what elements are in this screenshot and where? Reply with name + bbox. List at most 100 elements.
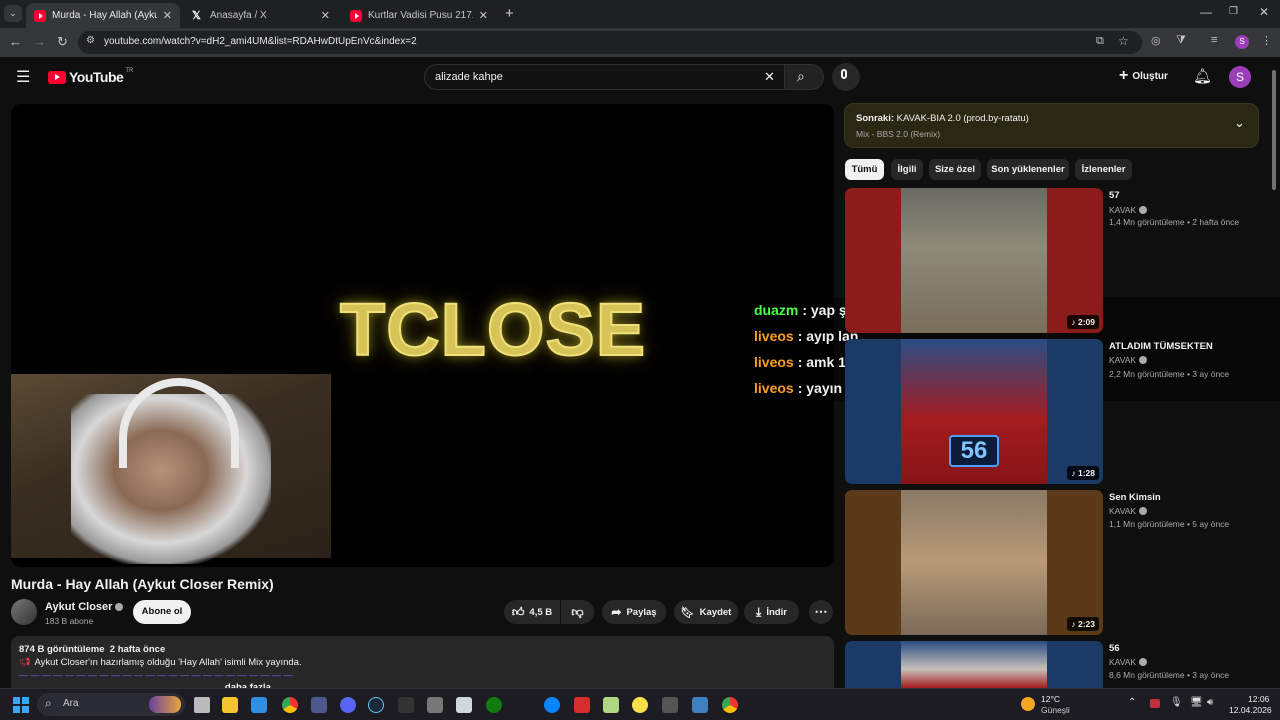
weather-sun-icon[interactable] xyxy=(1021,697,1035,711)
volume-icon[interactable]: 🔊︎ xyxy=(1207,697,1213,708)
browser-menu-icon[interactable]: ⋮ xyxy=(1261,34,1272,47)
search-input[interactable]: alizade kahpe ✕ xyxy=(424,64,784,90)
app-icon[interactable] xyxy=(311,697,327,713)
subscribe-button[interactable]: Abone ol xyxy=(133,600,191,624)
thumbs-up-icon: 👍︎ xyxy=(511,604,525,619)
close-window-button[interactable]: ✕ xyxy=(1259,5,1269,19)
notifications-bell-icon[interactable]: 🔔︎ xyxy=(1193,67,1212,85)
channel-text: KAVAK xyxy=(1109,205,1137,215)
app-icon[interactable] xyxy=(632,697,648,713)
install-app-icon[interactable]: ⧉ xyxy=(1096,35,1104,48)
microphone-tray-icon[interactable]: 🎙︎ xyxy=(1170,697,1183,708)
chevron-down-icon[interactable]: ⌄ xyxy=(1234,115,1245,131)
related-channel[interactable]: KAVAK xyxy=(1109,355,1148,365)
youtube-header: ☰ YouTube TR alizade kahpe ✕ ⌕ + Oluştur… xyxy=(0,57,1280,97)
chip-for-you[interactable]: Size özel xyxy=(929,159,981,180)
chip-related[interactable]: İlgili xyxy=(891,159,923,180)
app-icon[interactable] xyxy=(544,697,560,713)
headphones xyxy=(119,378,239,468)
save-button[interactable]: 🔖︎ Kaydet xyxy=(674,600,738,624)
chip-recently-uploaded[interactable]: Son yüklenenler xyxy=(987,159,1069,180)
related-video-title[interactable]: 56 xyxy=(1109,643,1120,654)
close-tab-icon[interactable]: ✕ xyxy=(163,9,172,22)
dislike-button[interactable]: 👎︎ xyxy=(561,600,594,624)
chip-watched[interactable]: İzlenenler xyxy=(1075,159,1132,180)
reading-list-icon[interactable]: ≡ xyxy=(1211,34,1217,46)
chip-all[interactable]: Tümü xyxy=(845,159,884,180)
more-actions-button[interactable]: ⋯ xyxy=(809,600,833,624)
scrollbar-thumb[interactable] xyxy=(1272,70,1276,190)
close-tab-icon[interactable]: ✕ xyxy=(321,9,330,22)
up-next-panel[interactable]: Sonraki: KAVAK-BIA 2.0 (prod.by-ratatu) … xyxy=(844,103,1259,148)
forward-icon[interactable]: → xyxy=(33,34,46,49)
bookmark-star-icon[interactable]: ☆ xyxy=(1118,34,1129,48)
video-player[interactable]: TCLOSE xyxy=(11,104,834,567)
tab-search-button[interactable]: ⌄ xyxy=(4,5,22,22)
create-button[interactable]: + Oluştur xyxy=(1119,67,1168,85)
megaphone-icon: 📢︎ xyxy=(19,657,31,667)
steam-icon[interactable] xyxy=(368,697,384,713)
extensions-icon[interactable]: ⧩ xyxy=(1176,34,1186,47)
video-thumbnail[interactable] xyxy=(845,641,1103,688)
description-box[interactable]: 874 B görüntüleme 2 hafta önce 📢︎ Aykut … xyxy=(11,636,834,696)
site-info-icon[interactable]: ⚙ xyxy=(86,35,95,46)
app-icon[interactable] xyxy=(427,697,443,713)
related-channel[interactable]: KAVAK xyxy=(1109,205,1148,215)
guide-menu-icon[interactable]: ☰ xyxy=(16,67,30,87)
account-avatar[interactable]: S xyxy=(1229,66,1251,88)
video-thumbnail[interactable]: 56 ♪ 1:28 xyxy=(845,339,1103,484)
maximize-window-button[interactable]: ❐ xyxy=(1229,6,1238,17)
related-video-title[interactable]: 57 xyxy=(1109,190,1120,201)
video-thumbnail[interactable]: ♪ 2:09 xyxy=(845,188,1103,333)
app-icon[interactable] xyxy=(456,697,472,713)
tab-x[interactable]: 𝕏 Anasayfa / X ✕ xyxy=(184,3,338,28)
task-view-icon[interactable] xyxy=(194,697,210,713)
related-video-title[interactable]: Sen Kimsin xyxy=(1109,492,1161,503)
notepad-icon[interactable] xyxy=(603,697,619,713)
related-channel[interactable]: KAVAK xyxy=(1109,657,1148,667)
tray-chevron-up-icon[interactable]: ⌃ xyxy=(1128,697,1136,708)
chrome-profile-icon[interactable] xyxy=(722,697,738,713)
clear-search-icon[interactable]: ✕ xyxy=(764,69,775,85)
discord-icon[interactable] xyxy=(340,697,356,713)
network-icon[interactable]: 🖥︎ xyxy=(1190,697,1203,708)
microsoft-store-icon[interactable] xyxy=(251,697,267,713)
browser-profile-avatar[interactable]: S xyxy=(1235,35,1249,49)
windows-start-icon[interactable] xyxy=(13,697,29,713)
related-video-title[interactable]: ATLADIM TÜMSEKTEN xyxy=(1109,341,1213,352)
like-button[interactable]: 👍︎ 4,5 B xyxy=(504,600,560,624)
more-horizontal-icon: ⋯ xyxy=(814,604,828,619)
pdf-reader-icon[interactable] xyxy=(574,697,590,713)
incognito-icon[interactable]: ◎ xyxy=(1151,34,1161,47)
channel-avatar[interactable] xyxy=(11,599,37,625)
share-button[interactable]: ➦ Paylaş xyxy=(602,600,666,624)
channel-name[interactable]: Aykut Closer xyxy=(45,601,124,613)
epic-games-icon[interactable] xyxy=(398,697,414,713)
xbox-icon[interactable] xyxy=(486,697,502,713)
new-tab-button[interactable]: + xyxy=(505,5,514,22)
clock-time[interactable]: 12:06 xyxy=(1248,694,1269,704)
tab-murda[interactable]: Murda - Hay Allah (Aykut Closer ✕ xyxy=(26,3,180,28)
up-next-heading: Sonraki: KAVAK-BIA 2.0 (prod.by-ratatu) xyxy=(856,113,1029,124)
video-thumbnail[interactable]: ♪ 2:23 xyxy=(845,490,1103,635)
file-explorer-icon[interactable] xyxy=(222,697,238,713)
minimize-window-button[interactable]: — xyxy=(1200,5,1212,19)
related-meta: 1,1 Mn görüntüleme • 5 ay önce xyxy=(1109,519,1230,529)
back-icon[interactable]: ← xyxy=(9,34,22,49)
taskbar-search[interactable]: ⌕ Ara xyxy=(37,693,185,716)
tab-kurtlar-vadisi[interactable]: Kurtlar Vadisi Pusu 217. Bölüm ✕ xyxy=(342,3,496,28)
search-button[interactable]: ⌕ xyxy=(784,64,824,90)
close-tab-icon[interactable]: ✕ xyxy=(479,9,488,22)
chrome-icon[interactable] xyxy=(282,697,298,713)
related-channel[interactable]: KAVAK xyxy=(1109,506,1148,516)
youtube-logo[interactable]: YouTube TR xyxy=(48,68,133,85)
download-button[interactable]: ⤓ İndir xyxy=(744,600,799,624)
reload-icon[interactable]: ↻ xyxy=(57,34,68,50)
clock-date[interactable]: 12.04.2026 xyxy=(1229,705,1272,715)
app-icon[interactable] xyxy=(692,697,708,713)
voice-search-button[interactable] xyxy=(832,63,860,91)
app-icon[interactable] xyxy=(662,697,678,713)
url-text: youtube.com/watch?v=dH2_ami4UM&list=RDAH… xyxy=(104,36,417,47)
address-bar[interactable]: ⚙ youtube.com/watch?v=dH2_ami4UM&list=RD… xyxy=(78,31,1142,54)
tray-app-icon[interactable] xyxy=(1150,699,1160,708)
